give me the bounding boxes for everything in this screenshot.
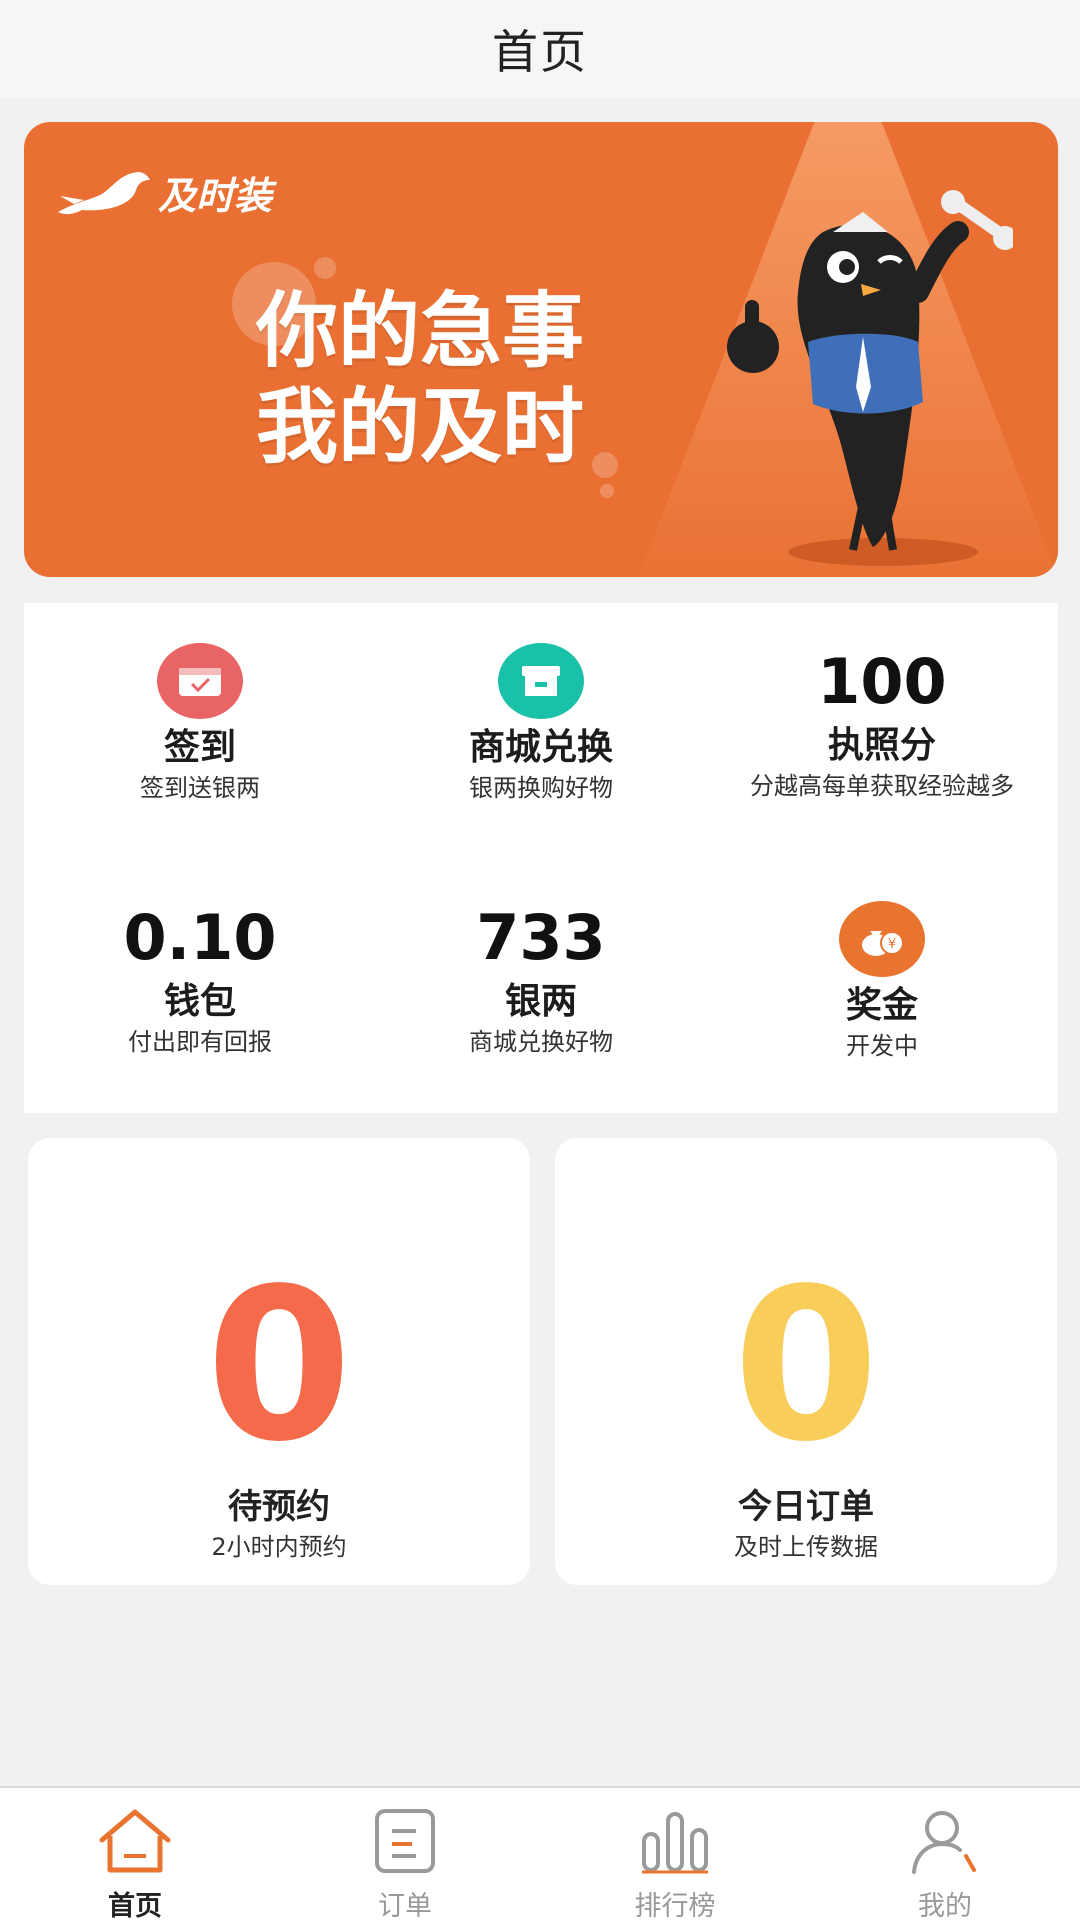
today-orders-sub: 及时上传数据 xyxy=(734,1533,878,1561)
mall-exchange-entry[interactable]: 商城兑换 银两换购好物 xyxy=(369,643,713,805)
pending-count: 0 xyxy=(205,1243,353,1488)
svg-text:¥: ¥ xyxy=(888,937,896,952)
swallow-logo-icon xyxy=(58,172,150,215)
today-orders-label: 今日订单 xyxy=(738,1487,874,1527)
bottom-tab-bar: 首页 订单 排行榜 我的 xyxy=(0,1786,1080,1920)
page-title: 首页 xyxy=(492,25,588,79)
tab-ranking[interactable]: 排行榜 xyxy=(540,1798,810,1920)
slogan-line-2: 我的及时 xyxy=(256,380,585,475)
tab-orders-label: 订单 xyxy=(378,1891,432,1920)
swallow-mascot-illustration xyxy=(727,190,1013,566)
checkin-entry[interactable]: 签到 签到送银两 xyxy=(28,643,372,805)
brand-logo: 及时装 xyxy=(54,164,272,220)
bubble-decoration xyxy=(600,484,614,498)
silver-label: 银两 xyxy=(504,981,577,1022)
tab-home-label: 首页 xyxy=(108,1891,162,1920)
bubble-decoration xyxy=(592,452,618,478)
license-score-label: 执照分 xyxy=(827,725,936,766)
tab-home[interactable]: 首页 xyxy=(0,1798,270,1920)
license-score-value: 100 xyxy=(817,645,947,718)
banner-slogan: 你的急事 我的及时 xyxy=(256,284,584,476)
money-bag-icon: ¥ xyxy=(839,901,925,977)
silver-value: 733 xyxy=(476,901,606,974)
silver-entry[interactable]: 733 银两 商城兑换好物 xyxy=(369,901,713,1059)
tab-profile-label: 我的 xyxy=(918,1891,972,1920)
calendar-check-icon xyxy=(157,643,243,719)
bonus-entry[interactable]: ¥ 奖金 开发中 xyxy=(710,901,1054,1063)
bonus-sub: 开发中 xyxy=(846,1032,918,1060)
license-score-sub: 分越高每单获取经验越多 xyxy=(750,772,1014,800)
stats-panel: 签到 签到送银两 商城兑换 银两换购好物 100 执照分 分越高每单获取经验越多… xyxy=(24,603,1058,1113)
checkin-sub: 签到送银两 xyxy=(140,774,260,802)
shop-icon xyxy=(498,643,584,719)
ranking-icon xyxy=(642,1812,708,1874)
mall-label: 商城兑换 xyxy=(468,727,613,768)
order-icon xyxy=(375,1809,435,1873)
wallet-sub: 付出即有回报 xyxy=(128,1028,272,1056)
license-score-entry[interactable]: 100 执照分 分越高每单获取经验越多 xyxy=(710,645,1054,803)
pending-appointments-card[interactable]: 0 待预约 2小时内预约 xyxy=(28,1138,530,1585)
pending-label: 待预约 xyxy=(228,1487,330,1527)
tab-orders[interactable]: 订单 xyxy=(270,1798,540,1920)
today-orders-count: 0 xyxy=(732,1243,880,1488)
top-header: 首页 xyxy=(0,0,1080,98)
checkin-label: 签到 xyxy=(163,727,236,768)
bonus-label: 奖金 xyxy=(845,985,918,1026)
today-orders-card[interactable]: 0 今日订单 及时上传数据 xyxy=(555,1138,1057,1585)
pending-sub: 2小时内预约 xyxy=(211,1533,347,1561)
bubble-decoration xyxy=(314,257,336,279)
profile-icon xyxy=(912,1811,976,1874)
mall-sub: 银两换购好物 xyxy=(469,774,613,802)
wallet-entry[interactable]: 0.10 钱包 付出即有回报 xyxy=(28,901,372,1059)
promo-banner[interactable]: 及时装 你的急事 我的及时 xyxy=(24,122,1058,577)
logo-text: 及时装 xyxy=(158,173,273,218)
wallet-label: 钱包 xyxy=(163,981,236,1022)
tab-profile[interactable]: 我的 xyxy=(810,1798,1080,1920)
wallet-value: 0.10 xyxy=(123,901,277,974)
silver-sub: 商城兑换好物 xyxy=(469,1028,613,1056)
tab-ranking-label: 排行榜 xyxy=(634,1891,716,1920)
home-icon xyxy=(99,1809,171,1873)
slogan-line-1: 你的急事 xyxy=(256,284,585,379)
